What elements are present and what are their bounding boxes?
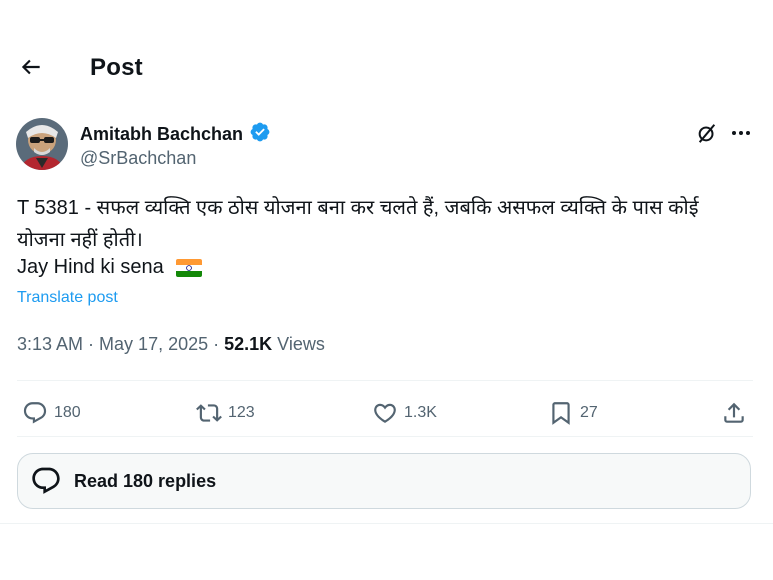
share-icon (724, 402, 744, 423)
avatar[interactable] (16, 118, 68, 170)
conversation-icon (32, 467, 60, 494)
share-button[interactable] (721, 400, 747, 426)
post-text: T 5381 - सफल व्यक्ति एक ठोस योजना बना कर… (17, 197, 699, 251)
india-flag-icon (175, 258, 202, 277)
bookmark-icon (552, 402, 570, 425)
meta-separator: · (83, 334, 100, 354)
author-row: Amitabh Bachchan (80, 121, 271, 148)
author-name[interactable]: Amitabh Bachchan (80, 124, 243, 145)
more-icon[interactable] (730, 126, 752, 140)
divider (0, 523, 773, 524)
page-title: Post (90, 54, 143, 81)
author-handle[interactable]: @SrBachchan (80, 148, 196, 169)
post-meta: 3:13 AM · May 17, 2025 · 52.1K Views (17, 334, 325, 355)
like-count: 1.3K (404, 404, 437, 421)
post-date[interactable]: May 17, 2025 (99, 334, 208, 355)
arrow-left-icon[interactable] (18, 54, 44, 80)
bookmark-button[interactable]: 27 (548, 400, 598, 426)
read-replies-label: Read 180 replies (74, 470, 217, 491)
divider (17, 436, 753, 437)
post-text-line2-label: Jay Hind ki sena (17, 256, 164, 278)
like-button[interactable]: 1.3K (372, 400, 437, 426)
views-label: Views (272, 334, 325, 354)
post-text-line2: Jay Hind ki sena (17, 256, 202, 279)
divider (17, 380, 753, 381)
post-time[interactable]: 3:13 AM (17, 334, 83, 355)
meta-separator: · (208, 334, 225, 354)
read-replies-button[interactable]: Read 180 replies (17, 453, 751, 509)
translate-post-link[interactable]: Translate post (17, 289, 118, 307)
reply-icon (23, 402, 47, 424)
reply-count: 180 (54, 404, 81, 421)
repost-icon (196, 404, 222, 422)
reply-button[interactable]: 180 (22, 400, 81, 426)
heart-icon (374, 403, 396, 423)
verified-badge-icon (249, 121, 271, 148)
views-count: 52.1K (224, 334, 273, 354)
bookmark-count: 27 (580, 404, 598, 421)
repost-count: 123 (228, 404, 255, 421)
repost-button[interactable]: 123 (196, 400, 255, 426)
top-bar: Post (0, 40, 773, 98)
grok-icon[interactable] (696, 122, 718, 144)
action-bar: 180 123 1.3K 27 (0, 392, 773, 432)
